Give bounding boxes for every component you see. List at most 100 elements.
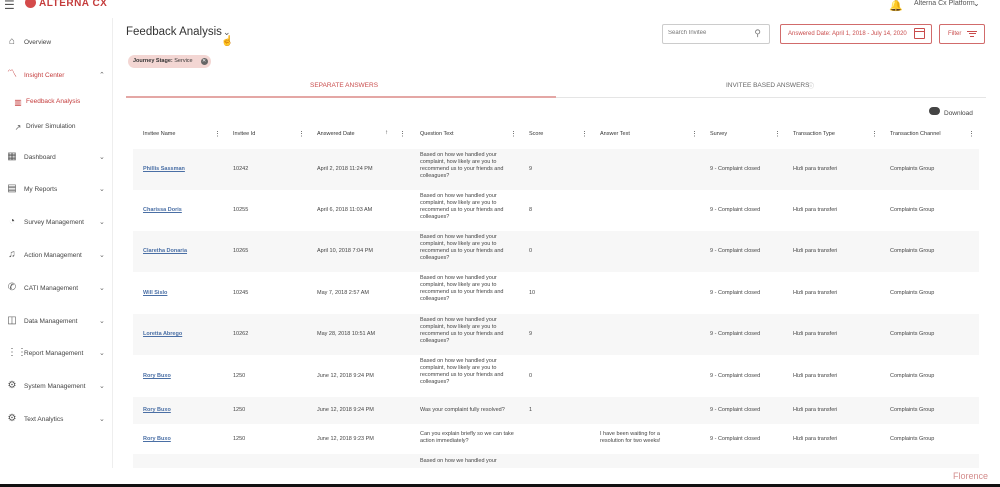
report-icon: ▤	[7, 183, 17, 194]
column-header-transaction-type[interactable]: Transaction Type	[793, 131, 835, 137]
date-range-button[interactable]: Answered Date: April 1, 2018 - July 14, …	[780, 24, 932, 44]
question-text: Based on how we handled your	[420, 458, 497, 464]
close-icon[interactable]: ✕	[200, 58, 208, 65]
page-title[interactable]: Feedback Analysis	[126, 26, 222, 38]
column-menu-icon[interactable]: ⋮	[871, 130, 878, 138]
survey: 9 - Complaint closed	[710, 248, 761, 254]
sidebar-item-dashboard[interactable]: ▦ Dashboard ⌄	[0, 147, 113, 167]
invitee-id: 1250	[233, 373, 246, 379]
table-row[interactable]: Rory Buxo 1250 June 12, 2018 9:24 PM Was…	[133, 397, 979, 424]
chip-value: Service	[174, 58, 193, 64]
invitee-id: 1250	[233, 436, 246, 442]
transaction-type: Hizli para transferi	[793, 436, 838, 442]
sidebar-item-overview[interactable]: ⌂ Overview	[0, 32, 113, 52]
transaction-type: Hizli para transferi	[793, 331, 838, 337]
logo[interactable]: ALTERNA CX	[25, 0, 107, 9]
sidebar-item-survey-management[interactable]: ◔ Survey Management ⌄	[0, 212, 113, 232]
download-button[interactable]: Download	[944, 110, 973, 117]
invitee-name-link[interactable]: Will Sislo	[143, 290, 167, 296]
column-header-invitee-name[interactable]: Invitee Name	[143, 131, 175, 137]
search-box[interactable]: ⚲	[662, 24, 770, 44]
sidebar-item-label: Dashboard	[24, 153, 56, 161]
cloud-download-icon[interactable]	[929, 107, 940, 115]
survey: 9 - Complaint closed	[710, 373, 761, 379]
search-icon[interactable]: ⚲	[754, 28, 761, 39]
filter-chip[interactable]: Journey Stage: Service ✕	[128, 55, 211, 68]
transaction-type: Hizli para transferi	[793, 290, 838, 296]
invitee-name-link[interactable]: Rory Buxo	[143, 436, 171, 442]
column-header-survey[interactable]: Survey	[710, 131, 727, 137]
sidebar-item-report-management[interactable]: ⋮⋮ Report Management ⌄	[0, 343, 113, 363]
home-icon: ⌂	[8, 36, 16, 47]
table-header: Invitee Name ⋮ Invitee Id ⋮ Answered Dat…	[133, 128, 979, 142]
invitee-name-link[interactable]: Phillis Sassman	[143, 166, 185, 172]
column-menu-icon[interactable]: ⋮	[298, 130, 305, 138]
transaction-channel: Complaints Group	[890, 407, 935, 413]
table-row[interactable]: Charissa Doris 10255 April 6, 2018 11:03…	[133, 190, 979, 231]
sidebar-item-label: Data Management	[24, 317, 78, 325]
calendar-icon	[914, 28, 925, 39]
table-row[interactable]: Loretta Abrego 10262 May 28, 2018 10:51 …	[133, 314, 979, 355]
column-menu-icon[interactable]: ⋮	[510, 130, 517, 138]
date-range-label: Answered Date: April 1, 2018 - July 14, …	[788, 31, 907, 37]
chevron-down-icon[interactable]: ⌄	[973, 0, 980, 8]
table-row[interactable]: Rory Buxo 1250 June 12, 2018 9:23 PM Can…	[133, 424, 979, 454]
invitee-name-link[interactable]: Claretha Donaria	[143, 248, 187, 254]
column-header-score[interactable]: Score	[529, 131, 543, 137]
column-header-answer-text[interactable]: Answer Text	[600, 131, 630, 137]
menu-icon[interactable]: ☰	[4, 0, 15, 11]
chevron-up-icon: ⌃	[99, 72, 105, 79]
tab-invitee-based-answers[interactable]: INVITEE BASED ANSWERS	[726, 82, 809, 89]
column-menu-icon[interactable]: ⋮	[399, 130, 406, 138]
column-header-question-text[interactable]: Question Text	[420, 131, 454, 137]
column-header-answered-date[interactable]: Answered Date	[317, 131, 355, 137]
table-row[interactable]: Rory Buxo 1250 June 12, 2018 9:24 PM Bas…	[133, 355, 979, 397]
sidebar-item-insight-center[interactable]: 〽 Insight Center ⌃	[0, 65, 113, 85]
invitee-id: 10245	[233, 290, 249, 296]
info-icon[interactable]: ⓘ	[808, 81, 814, 90]
transaction-type: Hizli para transferi	[793, 407, 838, 413]
sidebar-item-label: Insight Center	[24, 71, 65, 79]
bar-chart-icon: ▥	[14, 98, 22, 107]
sidebar-item-my-reports[interactable]: ▤ My Reports ⌄	[0, 179, 113, 199]
platform-selector[interactable]: Alterna Cx Platform	[914, 0, 975, 7]
sidebar-subitem-driver-simulation[interactable]: ↗ Driver Simulation	[0, 119, 113, 135]
answered-date: June 12, 2018 9:24 PM	[317, 373, 374, 379]
invitee-name-link[interactable]: Loretta Abrego	[143, 331, 182, 337]
sidebar-item-cati-management[interactable]: ✆ CATI Management ⌄	[0, 278, 113, 298]
invitee-name-link[interactable]: Rory Buxo	[143, 373, 171, 379]
sidebar-item-label: Action Management	[24, 251, 82, 259]
sidebar-item-text-analytics[interactable]: ⚙ Text Analytics ⌄	[0, 409, 113, 429]
table-row[interactable]: Phillis Sassman 10242 April 2, 2018 11:2…	[133, 149, 979, 190]
filter-button[interactable]: Filter	[939, 24, 985, 44]
column-menu-icon[interactable]: ⋮	[214, 130, 221, 138]
column-menu-icon[interactable]: ⋮	[691, 130, 698, 138]
tab-separate-answers[interactable]: SEPARATE ANSWERS	[310, 82, 378, 89]
transaction-channel: Complaints Group	[890, 166, 935, 172]
search-input[interactable]	[668, 30, 748, 36]
invitee-name-link[interactable]: Rory Buxo	[143, 407, 171, 413]
column-header-invitee-id[interactable]: Invitee Id	[233, 131, 255, 137]
sidebar-subitem-label: Feedback Analysis	[26, 98, 81, 105]
column-menu-icon[interactable]: ⋮	[581, 130, 588, 138]
sidebar-item-system-management[interactable]: ⚙ System Management ⌄	[0, 376, 113, 396]
sort-arrow-icon[interactable]: ↑	[385, 130, 388, 136]
question-text: Based on how we handled your complaint, …	[420, 193, 504, 220]
score: 8	[529, 207, 533, 213]
column-header-transaction-channel[interactable]: Transaction Channel	[890, 131, 941, 137]
sidebar-item-action-management[interactable]: ♫ Action Management ⌄	[0, 245, 113, 265]
sidebar-subitem-feedback-analysis[interactable]: ▥ Feedback Analysis	[0, 94, 113, 110]
answer-text: I have been waiting for a resolution for…	[600, 431, 661, 444]
column-menu-icon[interactable]: ⋮	[968, 130, 975, 138]
table-row[interactable]: Based on how we handled your	[133, 454, 979, 468]
notification-bell-icon[interactable]: 🔔	[889, 0, 903, 12]
chart-icon: 〽	[7, 69, 17, 80]
column-menu-icon[interactable]: ⋮	[774, 130, 781, 138]
table-row[interactable]: Claretha Donaria 10265 April 10, 2018 7:…	[133, 231, 979, 272]
score: 9	[529, 331, 533, 337]
score: 9	[529, 166, 533, 172]
table-row[interactable]: Will Sislo 10245 May 7, 2018 2:57 AM Bas…	[133, 272, 979, 314]
invitee-name-link[interactable]: Charissa Doris	[143, 207, 182, 213]
survey-icon: ◔	[8, 216, 16, 227]
sidebar-item-data-management[interactable]: ◫ Data Management ⌄	[0, 311, 113, 331]
